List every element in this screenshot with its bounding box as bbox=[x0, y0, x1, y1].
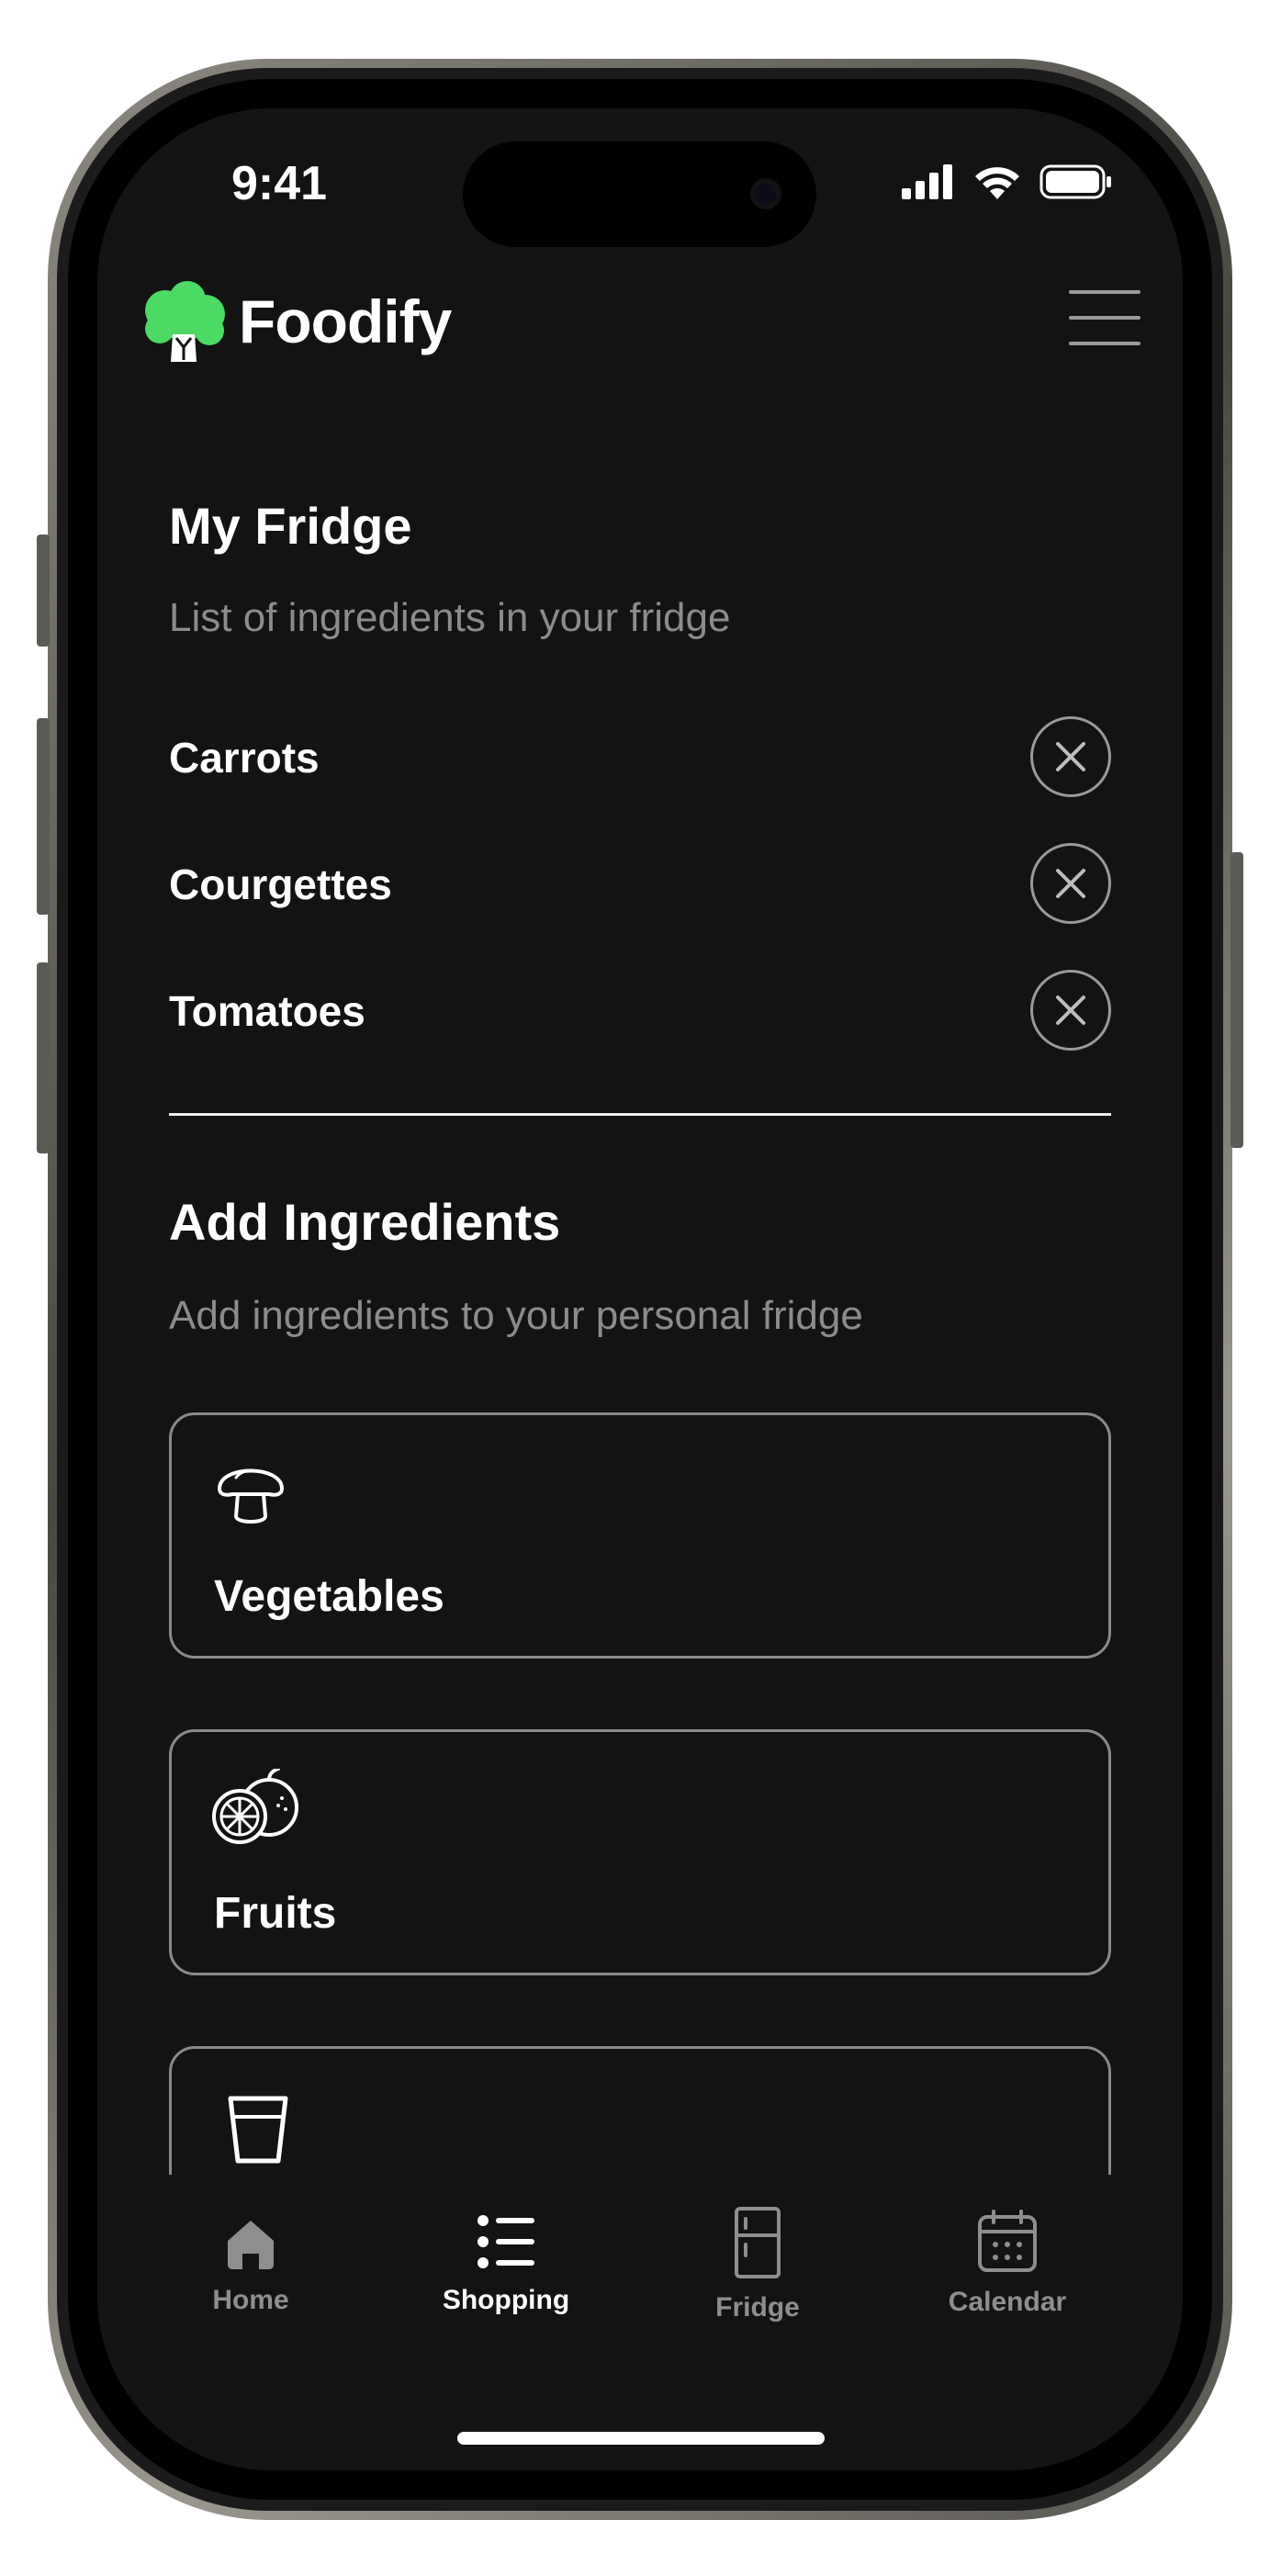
close-icon bbox=[1056, 742, 1085, 771]
add-ingredients-subtitle: Add ingredients to your personal fridge bbox=[169, 1293, 863, 1338]
tab-calendar[interactable]: Calendar bbox=[902, 2210, 1113, 2318]
battery-icon bbox=[1039, 164, 1111, 199]
menu-line-icon bbox=[1069, 316, 1141, 320]
add-ingredients-title: Add Ingredients bbox=[169, 1193, 561, 1251]
close-icon bbox=[1056, 869, 1085, 898]
tab-fridge[interactable]: Fridge bbox=[652, 2207, 863, 2323]
section-divider bbox=[169, 1113, 1111, 1116]
signal-icon bbox=[902, 164, 952, 199]
fridge-subtitle: List of ingredients in your fridge bbox=[169, 595, 731, 640]
remove-ingredient-button[interactable] bbox=[1030, 843, 1111, 924]
fridge-icon bbox=[735, 2207, 781, 2278]
app-name: Foodify bbox=[239, 287, 452, 355]
home-indicator[interactable] bbox=[457, 2432, 825, 2445]
action-button bbox=[37, 534, 50, 647]
close-icon bbox=[1056, 996, 1085, 1025]
remove-ingredient-button[interactable] bbox=[1030, 716, 1111, 797]
status-icons bbox=[902, 163, 1113, 200]
camera-icon bbox=[750, 178, 781, 209]
category-card-fruits[interactable]: Fruits bbox=[169, 1729, 1111, 1975]
list-icon bbox=[478, 2215, 534, 2268]
broccoli-logo-icon bbox=[145, 281, 225, 362]
fridge-title: My Fridge bbox=[169, 497, 412, 555]
ingredient-row: Tomatoes bbox=[169, 970, 1111, 1054]
tab-home[interactable]: Home bbox=[145, 2211, 356, 2316]
dynamic-island bbox=[463, 141, 816, 247]
category-card-vegetables[interactable]: Vegetables bbox=[169, 1412, 1111, 1659]
screen: 9:41 Foodify My Fridge List of ingredien… bbox=[97, 108, 1183, 2470]
home-icon bbox=[228, 2221, 274, 2269]
power-button bbox=[1230, 852, 1243, 1148]
status-time: 9:41 bbox=[231, 157, 328, 210]
glass-icon bbox=[228, 2096, 288, 2164]
ingredient-name: Carrots bbox=[169, 734, 320, 782]
tab-label: Calendar bbox=[948, 2287, 1067, 2317]
bottom-tab-bar: Home Shopping Fridge Calendar bbox=[97, 2175, 1183, 2470]
tab-shopping[interactable]: Shopping bbox=[400, 2211, 612, 2316]
orange-icon bbox=[212, 1769, 298, 1844]
tab-label: Shopping bbox=[442, 2285, 570, 2315]
remove-ingredient-button[interactable] bbox=[1030, 970, 1111, 1051]
menu-line-icon bbox=[1069, 342, 1141, 345]
menu-line-icon bbox=[1069, 290, 1141, 294]
category-label: Vegetables bbox=[214, 1572, 444, 1621]
volume-down-button bbox=[37, 962, 50, 1153]
ingredient-row: Courgettes bbox=[169, 843, 1111, 928]
tab-label: Fridge bbox=[715, 2292, 800, 2323]
hamburger-menu-button[interactable] bbox=[1069, 290, 1141, 349]
mushroom-icon bbox=[218, 1468, 284, 1524]
category-label: Fruits bbox=[214, 1889, 337, 1938]
ingredient-name: Tomatoes bbox=[169, 987, 365, 1035]
ingredient-name: Courgettes bbox=[169, 861, 392, 908]
calendar-icon bbox=[978, 2210, 1037, 2272]
ingredient-row: Carrots bbox=[169, 716, 1111, 801]
app-header: Foodify bbox=[140, 277, 1141, 369]
wifi-icon bbox=[975, 167, 1019, 199]
volume-up-button bbox=[37, 718, 50, 915]
tab-label: Home bbox=[212, 2285, 289, 2315]
